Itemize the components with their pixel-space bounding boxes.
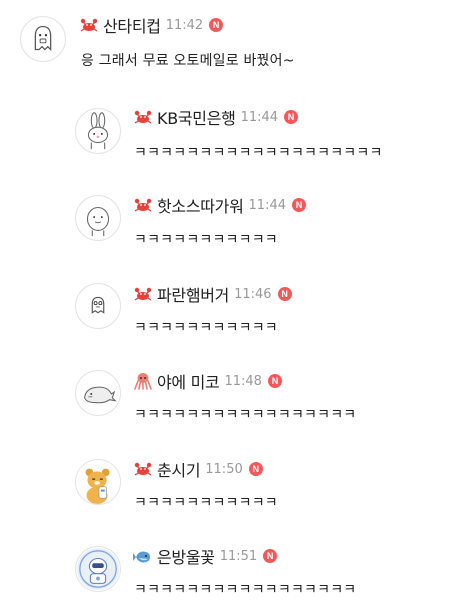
author-name[interactable]: KB국민은행	[157, 105, 236, 129]
comment-text: ㅋㅋㅋㅋㅋㅋㅋㅋㅋㅋㅋㅋㅋㅋㅋㅋㅋ	[134, 582, 357, 598]
seal-avatar[interactable]	[75, 370, 121, 416]
new-badge: N	[292, 198, 306, 212]
bear-character-avatar[interactable]	[75, 459, 121, 505]
timestamp: 11:42	[165, 17, 204, 33]
comment-thread: 산타티컵 11:42 N 응 그래서 무료 오토메일로 바꿨어~ KB국민은행 …	[0, 0, 459, 609]
timestamp: 11:46	[234, 286, 272, 302]
author-name[interactable]: 산타티컵	[103, 13, 161, 37]
crab-icon	[79, 15, 99, 35]
comment-text: 응 그래서 무료 오토메일로 바꿨어~	[81, 53, 295, 69]
timestamp: 11:50	[205, 461, 243, 477]
comment-text: ㅋㅋㅋㅋㅋㅋㅋㅋㅋㅋㅋㅋㅋㅋㅋㅋㅋ	[134, 407, 357, 423]
ghost-character-avatar[interactable]	[20, 16, 66, 62]
new-badge: N	[248, 462, 263, 476]
author-name[interactable]: 은방울꽃	[157, 544, 215, 568]
new-badge: N	[277, 287, 292, 301]
author-name[interactable]: 야에 미코	[157, 369, 220, 393]
author-name[interactable]: 춘시기	[157, 457, 201, 481]
comment-text: ㅋㅋㅋㅋㅋㅋㅋㅋㅋㅋㅋㅋㅋㅋㅋㅋㅋㅋㅋ	[134, 145, 383, 161]
timestamp: 11:51	[219, 548, 258, 564]
round-character-avatar[interactable]	[75, 195, 121, 241]
octopus-icon	[133, 371, 153, 391]
crab-icon	[133, 195, 153, 215]
crab-icon	[133, 107, 153, 127]
comment-text: ㅋㅋㅋㅋㅋㅋㅋㅋㅋㅋㅋ	[134, 495, 278, 511]
small-ghost-avatar[interactable]	[75, 283, 121, 329]
new-badge: N	[263, 549, 278, 563]
author-name[interactable]: 핫소스따가워	[157, 193, 244, 217]
comment-text: ㅋㅋㅋㅋㅋㅋㅋㅋㅋㅋㅋ	[134, 232, 278, 248]
author-name[interactable]: 파란햄버거	[157, 282, 229, 306]
crab-icon	[133, 459, 153, 479]
new-badge: N	[284, 110, 299, 124]
new-badge: N	[209, 18, 224, 32]
new-badge: N	[267, 374, 282, 388]
robot-character-avatar[interactable]	[75, 546, 121, 592]
timestamp: 11:48	[224, 373, 262, 389]
comment-text: ㅋㅋㅋㅋㅋㅋㅋㅋㅋㅋㅋ	[134, 320, 278, 336]
timestamp: 11:44	[240, 109, 279, 125]
fish-icon	[133, 546, 153, 566]
timestamp: 11:44	[248, 197, 286, 213]
bunny-avatar[interactable]	[75, 108, 121, 154]
crab-icon	[133, 284, 153, 304]
